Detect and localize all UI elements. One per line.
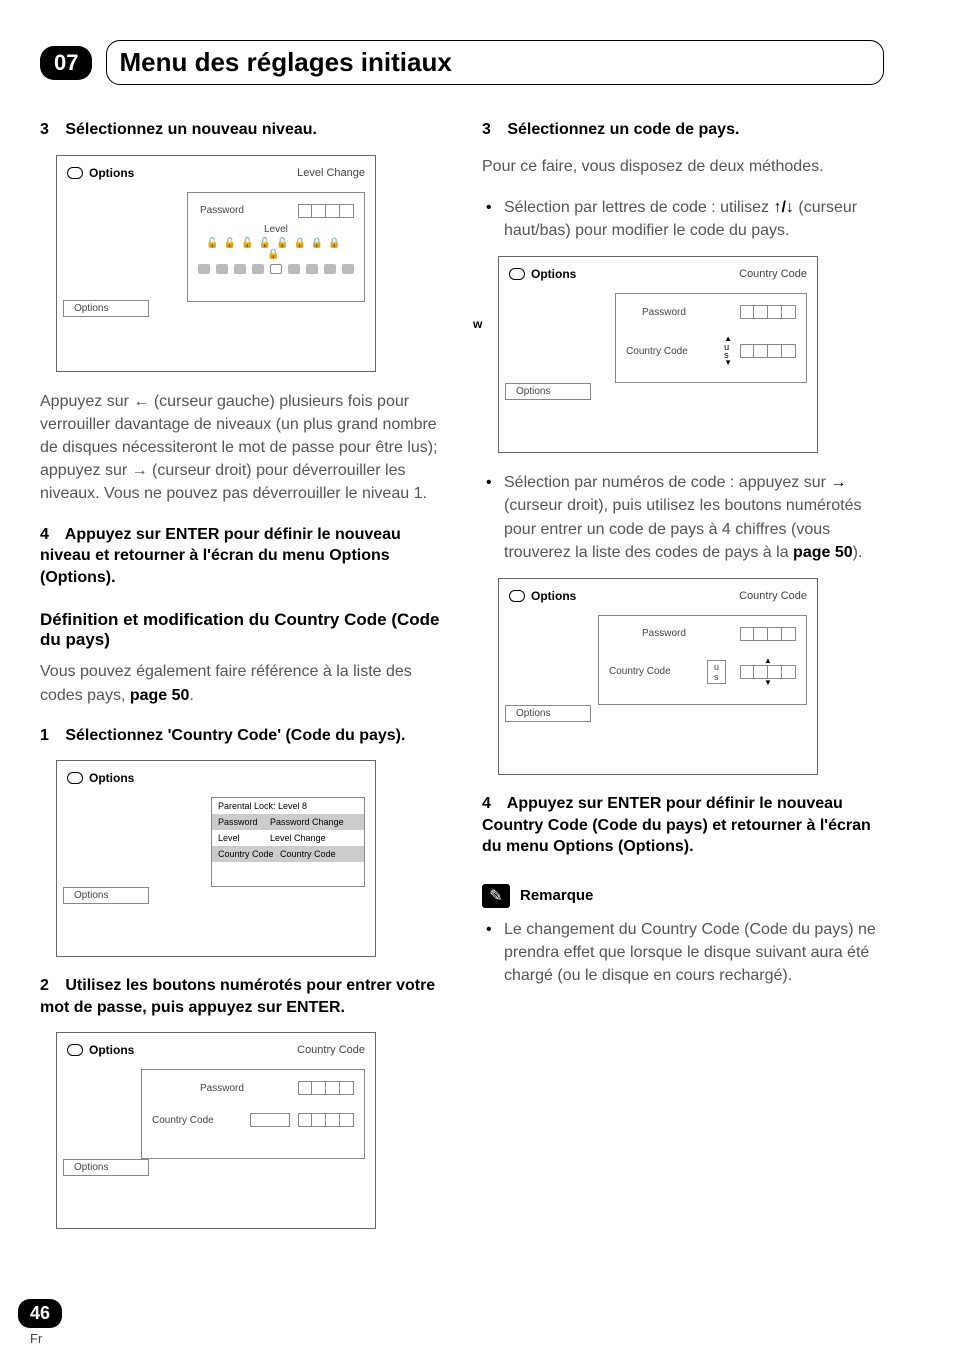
disc-icon [67, 167, 83, 179]
left-step-3: 3 Sélectionnez un nouveau niveau. [40, 119, 442, 141]
ui-sidebar-options: Options [63, 887, 149, 904]
step-number: 3 [482, 121, 491, 138]
code-boxes [740, 344, 796, 358]
menu-row-selected: Country Code Country Code [212, 846, 364, 862]
ui-title: Options [89, 771, 134, 785]
lock-icons-row: 🔓🔓🔓🔓🔓🔒🔒🔒🔒 [198, 238, 354, 260]
password-boxes [740, 627, 796, 641]
password-label: Password [200, 1083, 290, 1094]
left-step-1: 1 Sélectionnez 'Country Code' (Code du p… [40, 725, 442, 747]
content-columns: 3 Sélectionnez un nouveau niveau. Option… [40, 109, 884, 1247]
menu-row: Password Password Change [212, 814, 364, 830]
arrow-up-down-icon: ▲u s▼ [724, 335, 732, 367]
list-item: Sélection par lettres de code : utilisez… [482, 196, 884, 242]
disc-icon [509, 590, 525, 602]
step-title-text: Appuyez sur ENTER pour définir le nouvea… [482, 795, 871, 855]
country-code-label: Country Code [152, 1115, 242, 1126]
step-title-text: Sélectionnez un nouveau niveau. [65, 121, 317, 138]
ui-title: Options [531, 267, 576, 281]
password-boxes [740, 305, 796, 319]
step-number: 2 [40, 977, 49, 994]
note-header: ✎ Remarque [482, 884, 884, 908]
step-title-text: Sélectionnez un code de pays. [507, 121, 739, 138]
password-label: Password [642, 307, 732, 318]
side-marker-w: w [473, 317, 482, 331]
page-ref: page 50 [130, 687, 190, 704]
country-code-label: Country Code [626, 346, 716, 357]
level-dots [198, 264, 354, 274]
note-label: Remarque [520, 887, 593, 904]
step-title-text: Sélectionnez 'Country Code' (Code du pay… [65, 727, 405, 744]
left-step-4: 4 Appuyez sur ENTER pour définir le nouv… [40, 524, 442, 589]
header-title-container: Menu des réglages initiaux [106, 40, 884, 85]
arrow-left-icon: ← [133, 393, 149, 410]
password-boxes [298, 1081, 354, 1095]
disc-icon [67, 1044, 83, 1056]
disc-icon [67, 772, 83, 784]
page-ref: page 50 [793, 544, 853, 561]
header-title: Menu des réglages initiaux [119, 47, 451, 77]
list-item: Le changement du Country Code (Code du p… [482, 918, 884, 988]
step-title-text: Utilisez les boutons numérotés pour entr… [40, 977, 435, 1016]
ui-fig-select-country-code: Options Parental Lock: Level 8 Password … [56, 760, 376, 957]
password-label: Password [642, 628, 732, 639]
code-boxes [298, 1113, 354, 1127]
arrow-right-icon: → [132, 462, 148, 479]
subheading-country-code: Définition et modification du Country Co… [40, 610, 442, 650]
step-number: 1 [40, 727, 49, 744]
subheading-description: Vous pouvez également faire référence à … [40, 660, 442, 706]
step-number: 4 [40, 526, 49, 543]
menu-row: Parental Lock: Level 8 [212, 798, 364, 814]
ui-menu-name: Level Change [297, 167, 365, 179]
ui-fig-level-change: Options Level Change Password Level 🔓🔓🔓🔓… [56, 155, 376, 372]
ui-menu-name: Country Code [739, 268, 807, 280]
method-list: Sélection par lettres de code : utilisez… [482, 196, 884, 242]
ui-fig-country-letters: w Options Country Code Password Country … [498, 256, 818, 453]
password-label: Password [200, 205, 290, 216]
ui-title: Options [89, 1043, 134, 1057]
ui-sidebar-options: Options [63, 300, 149, 317]
section-number-badge: 07 [40, 46, 92, 80]
arrow-right-icon: → [830, 474, 846, 491]
level-label: Level [264, 224, 354, 235]
page-header: 07 Menu des réglages initiaux [40, 40, 884, 85]
right-column: 3 Sélectionnez un code de pays. Pour ce … [482, 109, 884, 1247]
step-title-text: Appuyez sur ENTER pour définir le nouvea… [40, 526, 401, 586]
disc-icon [509, 268, 525, 280]
ui-fig-enter-password: Options Country Code Password Country Co… [56, 1032, 376, 1229]
right-step-4: 4 Appuyez sur ENTER pour définir le nouv… [482, 793, 884, 858]
ui-sidebar-options: Options [63, 1159, 149, 1176]
ui-menu-name: Country Code [297, 1044, 365, 1056]
note-pencil-icon: ✎ [482, 884, 510, 908]
country-code-label: Country Code [609, 666, 699, 677]
step-number: 4 [482, 795, 491, 812]
ui-title: Options [531, 589, 576, 603]
code-letters: u s [707, 660, 726, 684]
ui-menu-name: Country Code [739, 590, 807, 602]
left-paragraph-1: Appuyez sur ← (curseur gauche) plusieurs… [40, 390, 442, 506]
page-number-badge: 46 [18, 1299, 62, 1328]
menu-row: Level Level Change [212, 830, 364, 846]
password-boxes [298, 204, 354, 218]
left-column: 3 Sélectionnez un nouveau niveau. Option… [40, 109, 442, 1247]
ui-sidebar-options: Options [505, 705, 591, 722]
right-intro: Pour ce faire, vous disposez de deux mét… [482, 155, 884, 178]
arrow-up-down-icon: ↑/↓ [773, 199, 793, 216]
method-list-2: Sélection par numéros de code : appuyez … [482, 471, 884, 564]
left-step-2: 2 Utilisez les boutons numérotés pour en… [40, 975, 442, 1018]
arrow-up-down-icon: ▲▼ [740, 657, 796, 687]
page-language: Fr [30, 1331, 42, 1346]
ui-title: Options [89, 166, 134, 180]
note-list: Le changement du Country Code (Code du p… [482, 918, 884, 988]
right-step-3: 3 Sélectionnez un code de pays. [482, 119, 884, 141]
ui-sidebar-options: Options [505, 383, 591, 400]
step-number: 3 [40, 121, 49, 138]
list-item: Sélection par numéros de code : appuyez … [482, 471, 884, 564]
ui-fig-country-numbers: Options Country Code Password Country Co… [498, 578, 818, 775]
